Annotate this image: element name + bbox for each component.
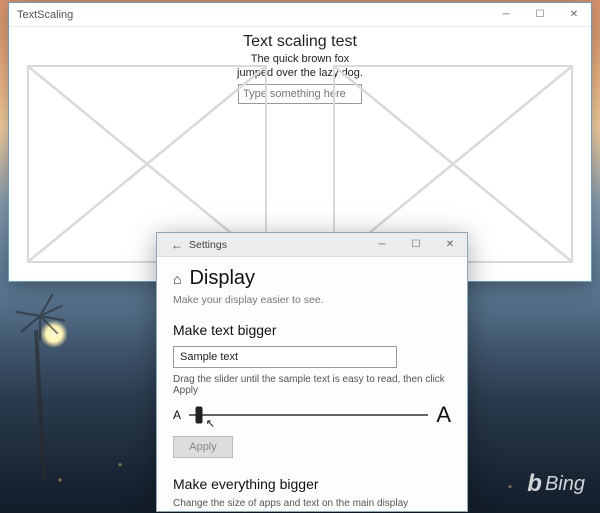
cursor-icon: ↖ <box>206 417 215 430</box>
textscaling-title: TextScaling <box>17 9 73 21</box>
apply-button[interactable]: Apply <box>173 436 233 458</box>
close-button[interactable]: ✕ <box>433 233 467 257</box>
section2-hint: Change the size of apps and text on the … <box>173 498 451 509</box>
bing-watermark: bBing <box>527 470 585 498</box>
wallpaper-palm <box>10 300 70 480</box>
settings-titlebar[interactable]: ← Settings ─ ☐ ✕ <box>157 233 467 257</box>
slider-hint: Drag the slider until the sample text is… <box>173 374 451 396</box>
settings-window: ← Settings ─ ☐ ✕ ⌂ Display Make your dis… <box>156 232 468 512</box>
page-title: Display <box>189 267 255 290</box>
text-size-slider[interactable]: ↖ <box>189 405 428 425</box>
maximize-button[interactable]: ☐ <box>399 233 433 257</box>
settings-title: Settings <box>189 239 227 251</box>
slider-label-big-a: A <box>436 402 451 428</box>
home-icon[interactable]: ⌂ <box>173 271 181 287</box>
section-make-text-bigger: Make text bigger <box>173 322 451 338</box>
textscaling-heading: Text scaling test <box>29 33 571 51</box>
back-button[interactable]: ← <box>165 238 189 252</box>
minimize-button[interactable]: ─ <box>489 3 523 27</box>
close-button[interactable]: ✕ <box>557 3 591 27</box>
textscaling-titlebar[interactable]: TextScaling ─ ☐ ✕ <box>9 3 591 27</box>
section-make-everything-bigger: Make everything bigger <box>173 476 451 492</box>
sample-text-input[interactable] <box>173 346 397 368</box>
maximize-button[interactable]: ☐ <box>523 3 557 27</box>
page-subtitle: Make your display easier to see. <box>173 294 451 306</box>
minimize-button[interactable]: ─ <box>365 233 399 257</box>
slider-label-small-a: A <box>173 408 181 422</box>
